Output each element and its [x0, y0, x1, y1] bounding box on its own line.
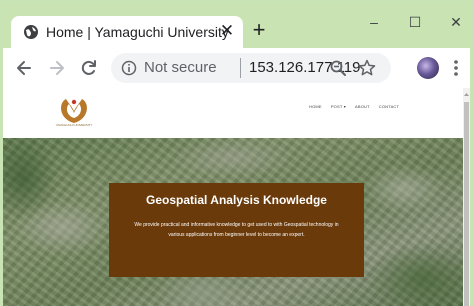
window-close-button[interactable]: ✕ — [441, 11, 470, 33]
browser-window: Home | Yamaguchi University ✕ + – ☐ ✕ No… — [3, 3, 470, 306]
more-vert-icon[interactable] — [450, 58, 462, 78]
star-icon[interactable] — [357, 58, 377, 78]
address-bar[interactable]: Not secure 153.126.177.119 — [111, 53, 391, 83]
window-minimize-button[interactable]: – — [359, 11, 389, 33]
reload-icon[interactable] — [79, 58, 99, 78]
info-icon[interactable] — [121, 60, 137, 76]
nav-contact[interactable]: CONTACT — [379, 104, 399, 109]
new-tab-button[interactable]: + — [248, 19, 270, 41]
site-nav: HOME POST ▾ ABOUT CONTACT — [309, 104, 399, 109]
scroll-up-icon[interactable] — [463, 90, 470, 98]
globe-icon — [24, 25, 38, 39]
hero-description: We provide practical and informative kno… — [134, 222, 339, 238]
hero-text-box: Geospatial Analysis Knowledge We provide… — [109, 183, 364, 277]
tab-close-icon[interactable]: ✕ — [217, 21, 237, 41]
browser-toolbar: Not secure 153.126.177.119 — [3, 48, 470, 88]
hero-title: Geospatial Analysis Knowledge — [146, 193, 327, 207]
nav-about[interactable]: ABOUT — [355, 104, 370, 109]
nav-post[interactable]: POST ▾ — [331, 104, 346, 109]
address-divider — [240, 58, 241, 78]
hero-banner: Geospatial Analysis Knowledge We provide… — [3, 138, 463, 306]
tab-strip: Home | Yamaguchi University ✕ + – ☐ ✕ — [3, 3, 470, 48]
back-arrow-icon[interactable] — [14, 58, 34, 78]
site-header: YAMAGUCHI UNIVERSITY HOME POST ▾ ABOUT C… — [3, 88, 463, 138]
tab-title: Home | Yamaguchi University — [46, 24, 229, 40]
avatar[interactable] — [417, 57, 439, 79]
browser-tab[interactable]: Home | Yamaguchi University ✕ — [11, 16, 243, 48]
logo-caption: YAMAGUCHI UNIVERSITY — [55, 123, 93, 127]
window-maximize-button[interactable]: ☐ — [400, 11, 430, 33]
web-page: YAMAGUCHI UNIVERSITY HOME POST ▾ ABOUT C… — [3, 88, 463, 306]
forward-arrow-icon[interactable] — [47, 58, 67, 78]
security-label[interactable]: Not secure — [144, 59, 217, 76]
nav-home[interactable]: HOME — [309, 104, 322, 109]
page-scrollbar[interactable] — [463, 88, 470, 306]
scrollbar-thumb[interactable] — [464, 102, 469, 306]
zoom-icon[interactable] — [329, 59, 347, 77]
